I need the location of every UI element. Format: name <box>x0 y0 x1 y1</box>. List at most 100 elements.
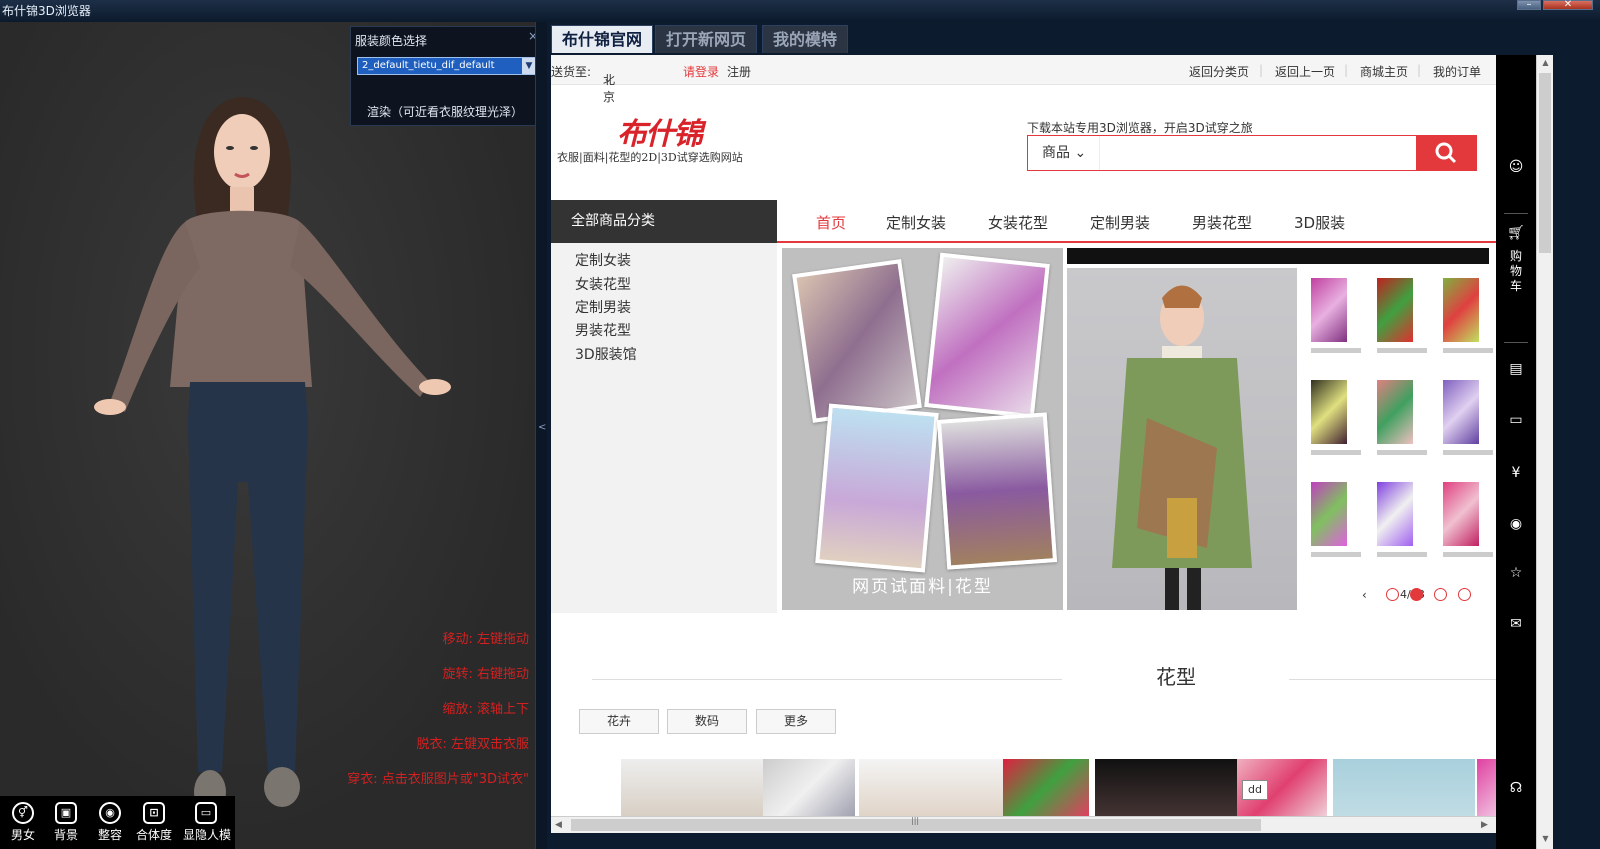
texture-select[interactable]: 2_default_tietu_dif_default ▼ <box>357 57 537 75</box>
pattern-swatch[interactable] <box>1443 482 1479 546</box>
site-logo[interactable]: 布什锦 衣服|面料|花型的2D|3D试穿选购网站 <box>557 109 772 169</box>
all-categories-button[interactable]: 全部商品分类 <box>551 200 777 243</box>
toolbar-gender-button[interactable]: ⚥ 男女 <box>0 800 46 846</box>
carousel-dot[interactable] <box>1458 588 1471 601</box>
panel-splitter[interactable]: < <box>535 22 547 849</box>
horizontal-scroll-thumb[interactable]: ||| <box>571 816 1261 831</box>
download-tip[interactable]: 下载本站专用3D浏览器，开启3D试穿之旅 <box>1027 119 1253 136</box>
banner-caption: 网页试面料|花型 <box>852 577 993 597</box>
nav-women-patterns[interactable]: 女装花型 <box>988 212 1048 233</box>
pattern-swatch[interactable] <box>1311 380 1347 444</box>
product-thumbnail[interactable] <box>859 759 1003 816</box>
toolbar-face-button[interactable]: ◉ 整容 <box>87 800 133 846</box>
filter-flowers[interactable]: 花卉 <box>579 709 659 734</box>
carousel-dot-active[interactable] <box>1410 588 1423 601</box>
pattern-thumbnail[interactable] <box>763 759 855 816</box>
ticket-icon[interactable]: ▭ <box>1496 412 1536 428</box>
web-page: 送货至: 北京 ⌄ 请登录 注册 返回分类页 | 返回上一页 | 商城主页 | … <box>551 55 1496 816</box>
category-custom-women[interactable]: 定制女装 <box>575 250 631 270</box>
search-button[interactable] <box>1416 135 1476 171</box>
nav-custom-women[interactable]: 定制女装 <box>886 212 946 233</box>
controls-hint: 移动: 左键拖动 旋转: 右键拖动 缩放: 滚轴上下 脱衣: 左键双击衣服 穿衣… <box>347 622 529 797</box>
clipboard-icon[interactable]: ▤ <box>1496 361 1536 377</box>
nav-men-patterns[interactable]: 男装花型 <box>1192 212 1252 233</box>
carousel-model-image[interactable] <box>1067 268 1297 610</box>
carousel-prev-icon[interactable]: ‹ <box>1362 588 1367 602</box>
eye-icon[interactable]: ◉ <box>1496 516 1536 532</box>
product-thumbnail[interactable] <box>621 759 763 816</box>
tab-official-site[interactable]: 布什锦官网 <box>551 25 654 53</box>
user-icon[interactable]: ☺ <box>1496 159 1536 175</box>
scroll-down-icon[interactable]: ▼ <box>1537 831 1554 847</box>
pattern-swatch[interactable] <box>1377 380 1413 444</box>
sidebar-divider <box>1504 213 1528 214</box>
toolbar-label: 合体度 <box>135 828 172 842</box>
mail-icon[interactable]: ✉ <box>1496 616 1536 632</box>
banner-photo <box>924 252 1050 419</box>
fabric-tryon-banner[interactable]: 网页试面料|花型 <box>782 248 1063 610</box>
scroll-up-icon[interactable]: ▲ <box>1537 55 1554 71</box>
pattern-swatch[interactable] <box>1311 482 1347 546</box>
swatch-caption <box>1311 552 1361 557</box>
section-title-patterns: 花型 <box>1156 665 1196 689</box>
toolbar-mannequin-button[interactable]: ▭ 显隐人模 <box>183 800 231 846</box>
category-women-patterns[interactable]: 女装花型 <box>575 274 631 294</box>
my-orders-link[interactable]: 我的订单 <box>1433 63 1481 80</box>
register-link[interactable]: 注册 <box>727 63 751 80</box>
carousel-dot[interactable] <box>1386 588 1399 601</box>
category-3d-hall[interactable]: 3D服装馆 <box>575 344 637 364</box>
pattern-carousel[interactable]: ‹ 4/18 <box>1067 248 1493 610</box>
search-box: 商品 ⌄ <box>1027 135 1477 171</box>
pattern-swatch[interactable] <box>1443 278 1479 342</box>
yen-icon[interactable]: ¥ <box>1496 465 1536 481</box>
pattern-thumbnail[interactable] <box>1003 759 1089 816</box>
nav-home[interactable]: 首页 <box>816 212 846 233</box>
render-button[interactable]: 渲染（可近看衣服纹理光泽） <box>367 103 523 120</box>
horizontal-scrollbar[interactable]: ◀ ||| ▶ <box>551 816 1496 833</box>
pattern-swatch[interactable] <box>1377 278 1413 342</box>
sidebar-cart-label[interactable]: 购物车 <box>1508 249 1524 294</box>
cart-icon[interactable]: 🛒︎ <box>1496 225 1536 241</box>
separator: | <box>1259 63 1264 77</box>
tab-my-model[interactable]: 我的模特 <box>762 25 849 53</box>
search-category-select[interactable]: 商品 ⌄ <box>1028 136 1100 170</box>
pattern-swatch[interactable] <box>1443 380 1479 444</box>
vertical-scrollbar[interactable]: ▲ ▼ <box>1536 55 1553 849</box>
pattern-swatch[interactable] <box>1377 482 1413 546</box>
tab-new-page[interactable]: 打开新网页 <box>655 25 758 53</box>
star-icon[interactable]: ☆ <box>1496 565 1536 581</box>
scroll-left-icon[interactable]: ◀ <box>555 817 562 833</box>
collapse-icon[interactable]: < <box>538 422 546 433</box>
filter-more[interactable]: 更多 <box>756 709 836 734</box>
carousel-header-strip <box>1067 248 1489 264</box>
swatch-caption <box>1443 552 1493 557</box>
minimize-button[interactable]: – <box>1517 0 1541 10</box>
close-button[interactable]: ✕ <box>1543 0 1593 10</box>
mall-home-link[interactable]: 商城主页 <box>1360 63 1408 80</box>
pattern-thumbnail[interactable] <box>1477 759 1496 816</box>
service-icon[interactable]: ☊ <box>1496 780 1536 796</box>
category-custom-men[interactable]: 定制男装 <box>575 297 631 317</box>
3d-viewport[interactable]: 服装颜色选择 × 2_default_tietu_dif_default ▼ 渲… <box>0 22 543 849</box>
toolbar-fit-button[interactable]: ⊡ 合体度 <box>131 800 177 846</box>
texture-select-value: 2_default_tietu_dif_default <box>362 60 495 71</box>
category-men-patterns[interactable]: 男装花型 <box>575 320 631 340</box>
window-title: 布什锦3D浏览器 <box>2 4 91 18</box>
product-thumbnail[interactable] <box>1095 759 1237 816</box>
product-thumbnail[interactable] <box>1333 759 1475 816</box>
toolbar-background-button[interactable]: ▣ 背景 <box>43 800 89 846</box>
chevron-down-icon[interactable]: ▼ <box>522 58 536 74</box>
carousel-dot[interactable] <box>1434 588 1447 601</box>
nav-3d-clothing[interactable]: 3D服装 <box>1294 212 1345 233</box>
scroll-right-icon[interactable]: ▶ <box>1481 817 1488 833</box>
back-link[interactable]: 返回上一页 <box>1275 63 1335 80</box>
back-to-category-link[interactable]: 返回分类页 <box>1189 63 1249 80</box>
filter-digital[interactable]: 数码 <box>667 709 747 734</box>
vertical-scroll-thumb[interactable] <box>1539 73 1551 253</box>
search-input[interactable] <box>1102 136 1416 170</box>
gender-icon: ⚥ <box>12 802 34 824</box>
login-link[interactable]: 请登录 <box>683 63 719 80</box>
pattern-swatch[interactable] <box>1311 278 1347 342</box>
nav-custom-men[interactable]: 定制男装 <box>1090 212 1150 233</box>
minimize-icon: – <box>1526 0 1532 10</box>
